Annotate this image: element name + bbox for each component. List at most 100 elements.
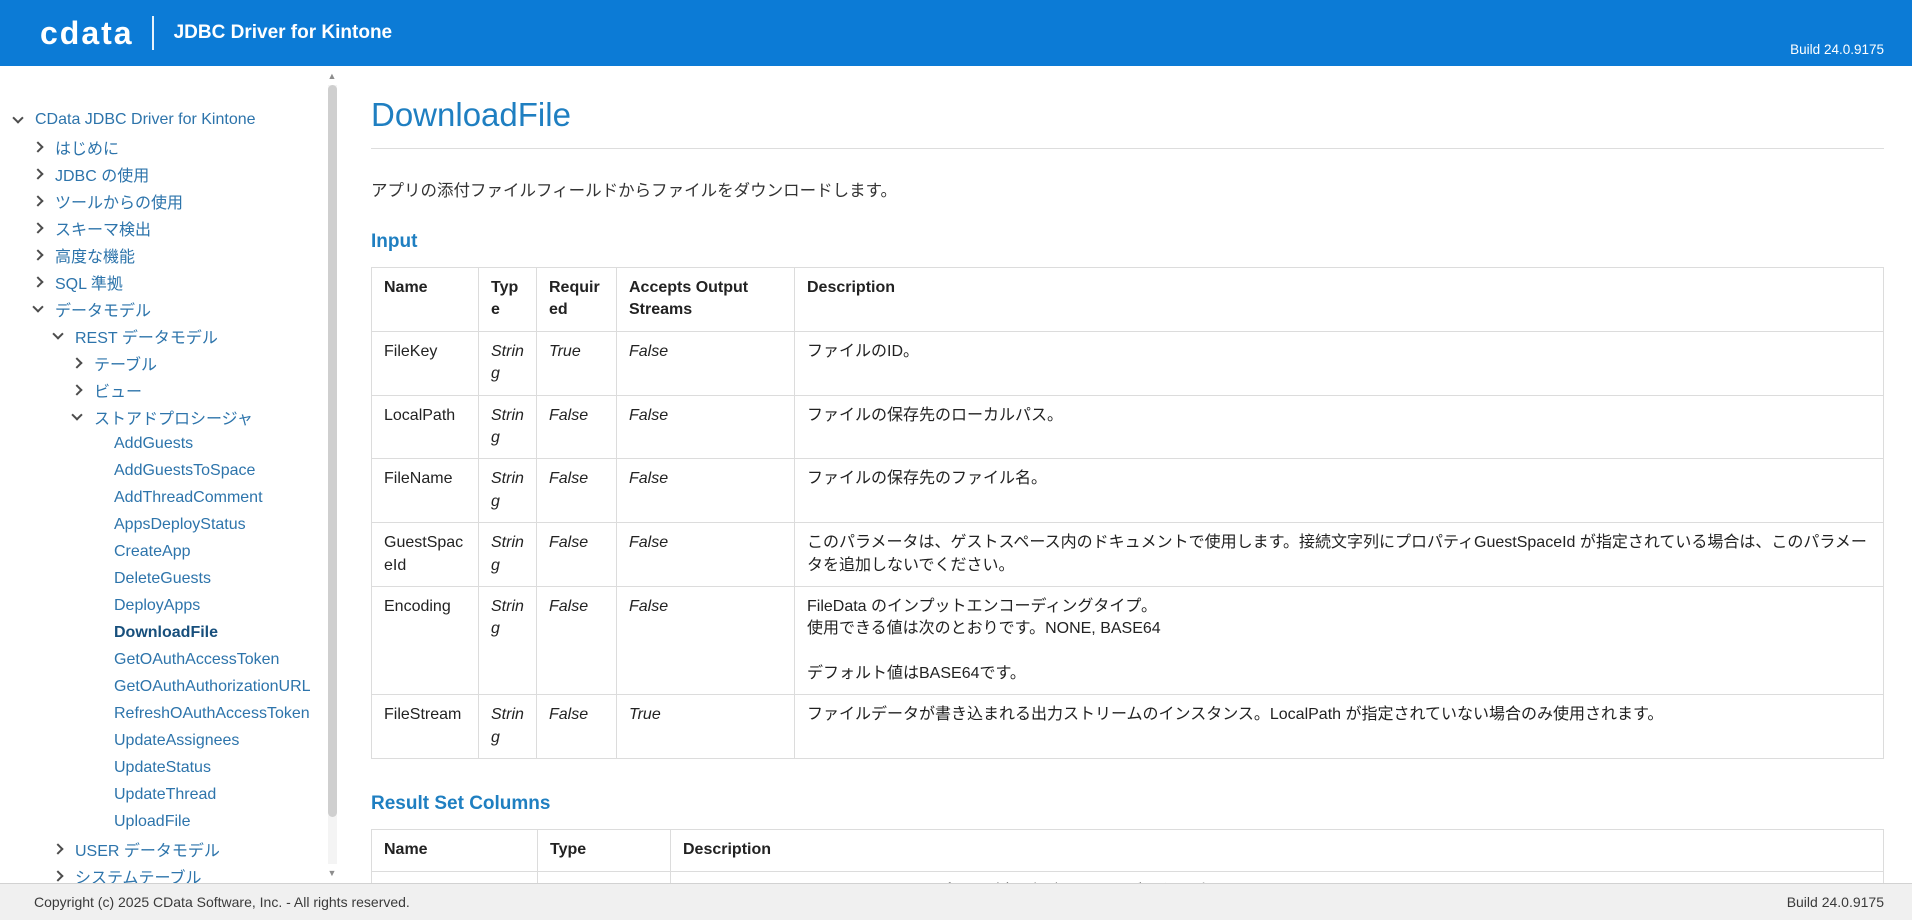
page-title: DownloadFile xyxy=(371,96,571,133)
sidebar-item-getoauthauthorizationurl[interactable]: GetOAuthAuthorizationURL xyxy=(0,673,348,700)
chevron-right-icon[interactable] xyxy=(71,356,83,369)
body-row: CData JDBC Driver for Kintone はじめに JDBC の使… xyxy=(0,66,1912,883)
sidebar-item-updatestatus[interactable]: UpdateStatus xyxy=(0,754,348,781)
table-cell: True xyxy=(616,694,795,760)
sidebar-item-getoauthaccesstoken[interactable]: GetOAuthAccessToken xyxy=(0,646,348,673)
chevron-right-icon[interactable] xyxy=(52,842,64,855)
sidebar-item-label: AddGuests xyxy=(114,434,194,452)
sidebar-scrollbar[interactable]: ▲ ▼ xyxy=(326,70,338,879)
table-cell: String xyxy=(537,870,671,883)
sidebar-item-label: DeleteGuests xyxy=(114,569,211,587)
table-cell: ファイルデータが書き込まれる出力ストリームのインスタンス。LocalPath が… xyxy=(794,694,1884,760)
cdata-logo[interactable]: cdata xyxy=(40,17,134,49)
sidebar-item-updatethread[interactable]: UpdateThread xyxy=(0,781,348,808)
sidebar-item-deleteguests[interactable]: DeleteGuests xyxy=(0,565,348,592)
sidebar-item-downloadfile[interactable]: DownloadFile xyxy=(0,619,348,646)
sidebar-item-label: ビュー xyxy=(94,383,143,401)
chevron-right-icon[interactable] xyxy=(32,167,44,180)
sidebar-item-addgueststospace[interactable]: AddGuestsToSpace xyxy=(0,457,348,484)
sidebar-item-label: GetOAuthAccessToken xyxy=(114,650,280,668)
table-cell: ファイルのID。 xyxy=(794,330,1884,396)
sidebar-item-7[interactable]: データモデル xyxy=(0,295,348,322)
sidebar-item-label: システムテーブル xyxy=(75,869,202,884)
chevron-right-icon[interactable] xyxy=(32,275,44,288)
sidebar-tree: CData JDBC Driver for Kintone はじめに JDBC の使… xyxy=(0,106,348,883)
chevron-down-icon[interactable] xyxy=(52,327,64,340)
sidebar-item-label: AppsDeployStatus xyxy=(114,515,246,533)
table-cell: FileData xyxy=(371,870,538,883)
table-cell: String xyxy=(478,458,537,524)
table-cell: False xyxy=(536,694,617,760)
sidebar-item-addthreadcomment[interactable]: AddThreadComment xyxy=(0,484,348,511)
sidebar-item-27[interactable]: USER データモデル xyxy=(0,835,348,862)
sidebar-item-addguests[interactable]: AddGuests xyxy=(0,430,348,457)
sidebar-item-label: DeployApps xyxy=(114,596,201,614)
table-cell: False xyxy=(616,330,795,396)
table-cell: FileData のインプットエンコーディングタイプ。 使用できる値は次のとおり… xyxy=(794,585,1884,696)
column-header: Required xyxy=(536,267,617,332)
sidebar-item-6[interactable]: SQL 準拠 xyxy=(0,268,348,295)
sidebar-item-cdata-jdbc-driver-for-kintone[interactable]: CData JDBC Driver for Kintone xyxy=(0,106,348,133)
scroll-up-icon[interactable]: ▲ xyxy=(328,70,337,82)
page-description: アプリの添付ファイルフィールドからファイルをダウンロードします。 xyxy=(371,182,898,200)
sidebar-item-4[interactable]: スキーマ検出 xyxy=(0,214,348,241)
copyright-text: Copyright (c) 2025 CData Software, Inc. … xyxy=(34,894,410,910)
table-header-row: Name Type Required Accepts Output Streams De… xyxy=(371,267,1884,332)
chevron-down-icon[interactable] xyxy=(32,300,44,313)
sidebar-item-appsdeploystatus[interactable]: AppsDeployStatus xyxy=(0,511,348,538)
sidebar-item-refreshoauthaccesstoken[interactable]: RefreshOAuthAccessToken xyxy=(0,700,348,727)
column-header: Description xyxy=(794,267,1884,332)
sidebar-item-label: AddThreadComment xyxy=(114,488,263,506)
table-row: FileDataStringLocalPath またはFileStream のイ… xyxy=(371,870,1884,883)
chevron-down-icon[interactable] xyxy=(71,408,83,421)
sidebar-item-label: AddGuestsToSpace xyxy=(114,461,256,479)
footer: Copyright (c) 2025 CData Software, Inc. … xyxy=(0,883,1912,920)
table-cell: String xyxy=(478,330,537,396)
sidebar-item-label: JDBC の使用 xyxy=(55,167,150,185)
table-row: FileStream String False True ファイルデータが書き込まれる出… xyxy=(371,694,1884,760)
footer-build-label: Build 24.0.9175 xyxy=(1786,894,1884,910)
sidebar-item-28[interactable]: システムテーブル xyxy=(0,862,348,883)
app-header: cdata JDBC Driver for Kintone Build 24.0… xyxy=(0,0,1912,66)
column-header: Name xyxy=(371,267,479,332)
chevron-down-icon[interactable] xyxy=(12,111,24,124)
sidebar-item-deployapps[interactable]: DeployApps xyxy=(0,592,348,619)
chevron-right-icon[interactable] xyxy=(52,869,64,882)
chevron-right-icon[interactable] xyxy=(32,140,44,153)
sidebar-item-label: 高度な機能 xyxy=(55,248,136,266)
sidebar-item-label: CData JDBC Driver for Kintone xyxy=(35,110,256,128)
sidebar-item-11[interactable]: ストアドプロシージャ xyxy=(0,403,348,430)
chevron-right-icon[interactable] xyxy=(71,383,83,396)
sidebar-item-label: ストアドプロシージャ xyxy=(94,410,253,428)
sidebar-item-createapp[interactable]: CreateApp xyxy=(0,538,348,565)
sidebar-item-5[interactable]: 高度な機能 xyxy=(0,241,348,268)
sidebar-item-10[interactable]: ビュー xyxy=(0,376,348,403)
scrollbar-track[interactable] xyxy=(327,85,337,864)
chevron-right-icon[interactable] xyxy=(32,194,44,207)
scrollbar-thumb[interactable] xyxy=(327,85,337,818)
column-header: Name xyxy=(371,829,538,872)
header-divider xyxy=(151,16,154,50)
sidebar-item-3[interactable]: ツールからの使用 xyxy=(0,187,348,214)
table-cell: False xyxy=(616,394,795,460)
sidebar-item-1[interactable]: はじめに xyxy=(0,133,348,160)
sidebar-item-uploadfile[interactable]: UploadFile xyxy=(0,808,348,835)
sidebar-item-9[interactable]: テーブル xyxy=(0,349,348,376)
chevron-right-icon[interactable] xyxy=(32,248,44,261)
column-header: Accepts Output Streams xyxy=(616,267,795,332)
table-row: GuestSpaceId String False False このパラメータは、ゲスト… xyxy=(371,522,1884,587)
sidebar-item-2[interactable]: JDBC の使用 xyxy=(0,160,348,187)
column-header: Description xyxy=(670,829,1884,872)
sidebar-item-label: はじめに xyxy=(55,140,120,158)
sidebar-item-label: GetOAuthAuthorizationURL xyxy=(114,677,311,695)
sidebar-item-label: UpdateStatus xyxy=(114,758,211,776)
scroll-down-icon[interactable]: ▼ xyxy=(328,867,337,879)
sidebar-item-8[interactable]: REST データモデル xyxy=(0,322,348,349)
result-table: NameTypeDescriptionFileDataStringLocalPa… xyxy=(371,829,1884,883)
sidebar-item-label: RefreshOAuthAccessToken xyxy=(114,704,310,722)
result-section-heading: Result Set Columns xyxy=(371,793,551,815)
table-cell: FileKey xyxy=(371,330,479,396)
table-cell: False xyxy=(536,394,617,460)
sidebar-item-updateassignees[interactable]: UpdateAssignees xyxy=(0,727,348,754)
chevron-right-icon[interactable] xyxy=(32,221,44,234)
